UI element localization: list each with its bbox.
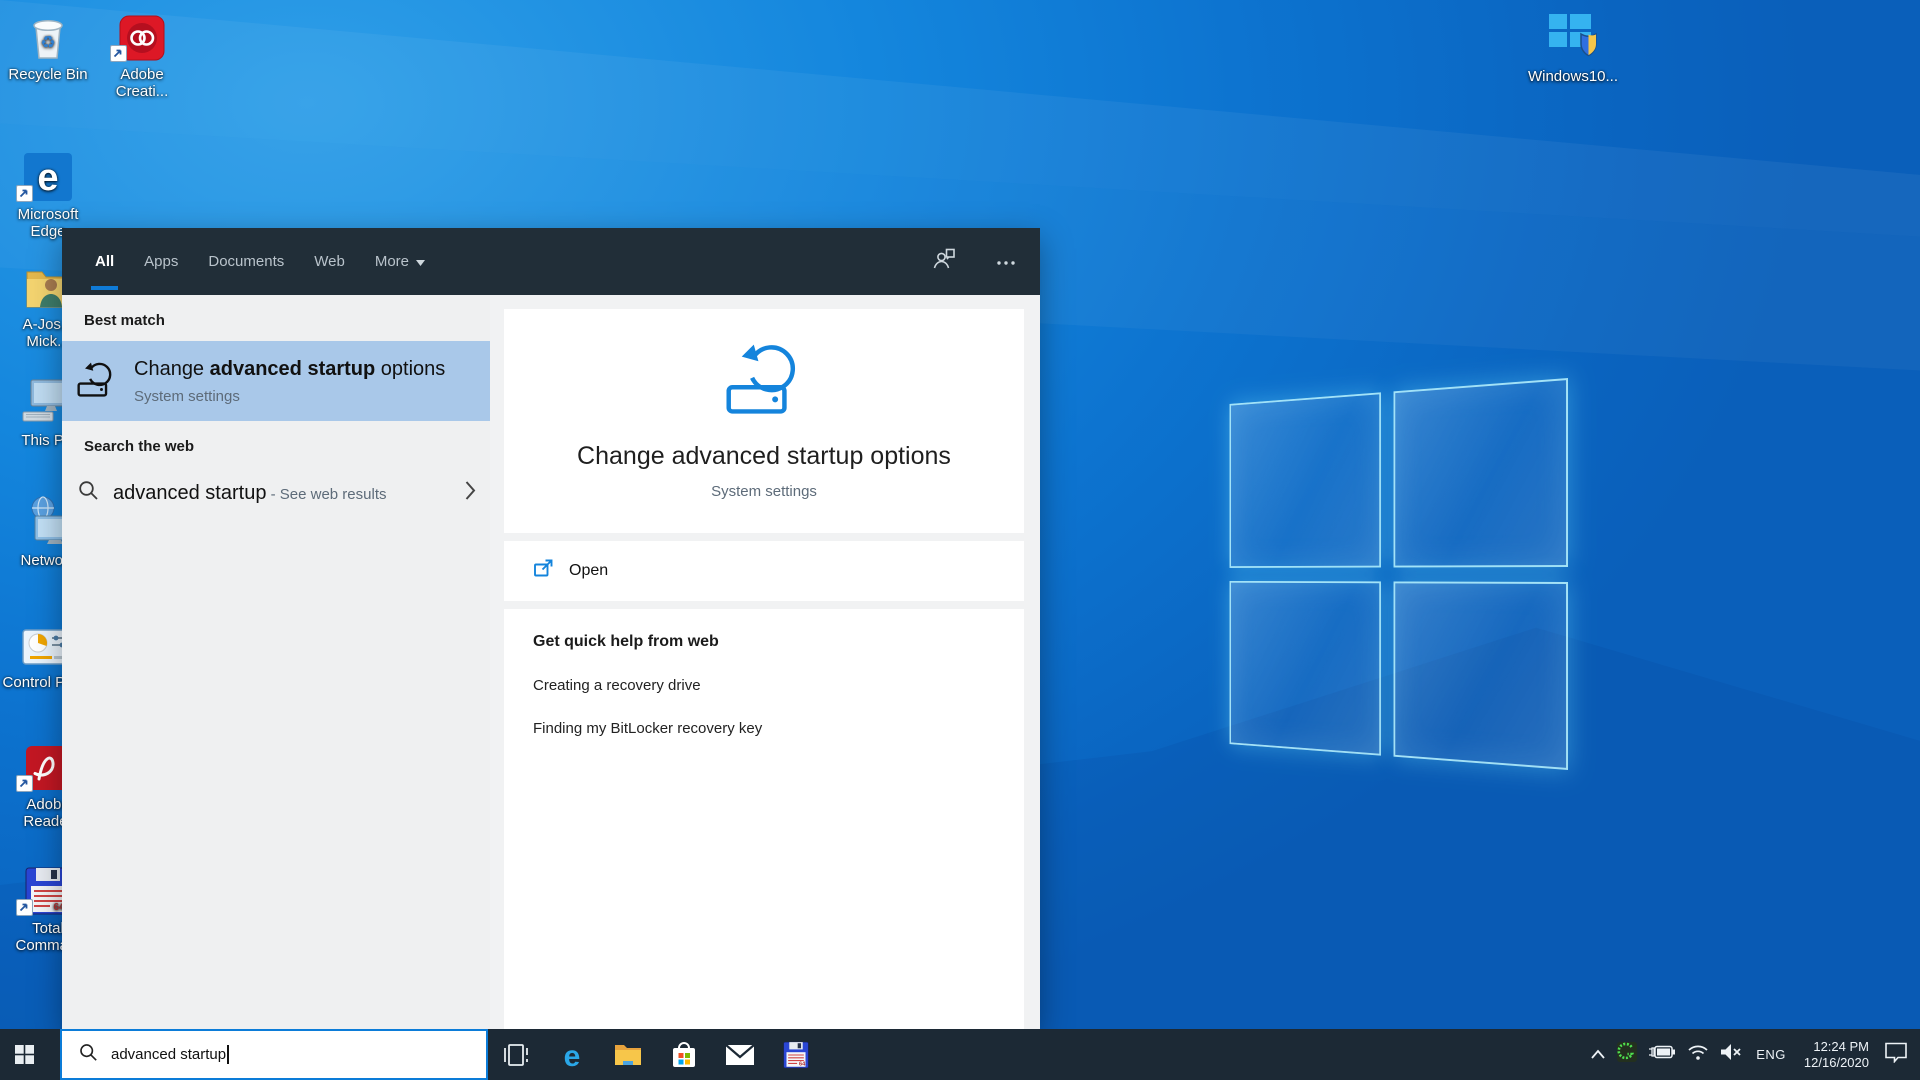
total-commander-icon: 64	[783, 1041, 809, 1068]
desktop-icon-recycle-bin[interactable]: ♻ Recycle Bin	[0, 6, 96, 83]
quick-help-heading: Get quick help from web	[533, 633, 719, 650]
account-icon[interactable]	[932, 247, 956, 276]
web-search-text: advanced startup - See web results	[113, 481, 387, 504]
search-preview-pane: Change advanced startup options System s…	[490, 295, 1040, 1029]
desktop-icon-adobe-creative-cloud[interactable]: Adobe Creati...	[94, 6, 190, 100]
search-results-list: Best match Change advanced startup optio…	[62, 295, 490, 1029]
shortcut-arrow-icon	[16, 775, 33, 792]
windows-search-flyout: All Apps Documents Web More Best match C…	[62, 228, 1040, 1029]
svg-text:e: e	[564, 1040, 581, 1071]
system-tray: ENG 12:24 PM 12/16/2020	[1590, 1039, 1920, 1071]
chevron-right-icon[interactable]	[465, 481, 476, 506]
shortcut-arrow-icon	[16, 185, 33, 202]
taskbar-edge-button[interactable]: e	[544, 1029, 600, 1080]
greenshot-tray-icon[interactable]	[1617, 1042, 1638, 1067]
clock[interactable]: 12:24 PM 12/16/2020	[1800, 1039, 1873, 1071]
advanced-startup-icon-large	[716, 339, 812, 422]
open-action[interactable]: Open	[504, 541, 1024, 601]
svg-text:e: e	[37, 157, 58, 199]
svg-text:64: 64	[799, 1061, 806, 1067]
task-view-icon	[504, 1043, 528, 1066]
adobe-creative-cloud-icon	[94, 6, 190, 62]
shortcut-arrow-icon	[16, 899, 33, 916]
text-caret	[227, 1045, 229, 1064]
task-view-button[interactable]	[488, 1029, 544, 1080]
icon-label: Adobe	[120, 66, 164, 83]
quick-help-card: Get quick help from web Creating a recov…	[504, 609, 1024, 1029]
clock-time: 12:24 PM	[1813, 1038, 1869, 1054]
tab-all[interactable]: All	[90, 228, 119, 295]
volume-muted-icon[interactable]	[1720, 1043, 1742, 1066]
windows-logo-pane	[1393, 580, 1568, 770]
icon-label: Microsoft	[17, 206, 79, 223]
tab-web[interactable]: Web	[314, 228, 345, 295]
desktop-icon-windows10-setup[interactable]: Windows10...	[1525, 8, 1621, 85]
taskbar: advanced startup e 64 ENG 12:24 PM 12/16…	[0, 1029, 1920, 1080]
mail-icon	[725, 1043, 755, 1065]
advanced-startup-icon	[75, 359, 117, 404]
wifi-icon[interactable]	[1687, 1044, 1709, 1066]
windows-logo-icon	[14, 1045, 34, 1064]
start-button[interactable]	[0, 1029, 48, 1080]
show-hidden-icons-button[interactable]	[1590, 1046, 1606, 1064]
microsoft-edge-icon: e	[0, 146, 96, 202]
preview-subtitle: System settings	[711, 483, 817, 500]
windows-logo-pane	[1393, 378, 1568, 568]
windows-logo-pane	[1229, 392, 1381, 568]
preview-card: Change advanced startup options System s…	[504, 309, 1024, 533]
windows-logo-wallpaper	[1168, 378, 1568, 770]
result-change-advanced-startup-options[interactable]: Change advanced startup options System s…	[62, 341, 490, 421]
file-explorer-icon	[615, 1044, 641, 1065]
microsoft-edge-icon: e	[564, 1040, 581, 1071]
search-input-value: advanced startup	[111, 1046, 227, 1063]
icon-label: Windows10...	[1527, 68, 1619, 85]
windows10-setup-icon	[1525, 8, 1621, 64]
clock-date: 12/16/2020	[1803, 1054, 1869, 1070]
taskbar-file-explorer-button[interactable]	[600, 1029, 656, 1080]
taskbar-total-commander-button[interactable]: 64	[768, 1029, 824, 1080]
open-action-label: Open	[569, 562, 609, 579]
windows-logo-pane	[1229, 580, 1381, 756]
open-external-icon	[533, 558, 554, 584]
taskbar-store-button[interactable]	[656, 1029, 712, 1080]
battery-charging-icon[interactable]	[1648, 1044, 1676, 1065]
tab-apps[interactable]: Apps	[144, 228, 178, 295]
search-icon	[78, 480, 99, 506]
section-search-the-web: Search the web	[84, 438, 195, 455]
preview-title: Change advanced startup options	[577, 442, 951, 470]
search-icon	[79, 1043, 98, 1067]
icon-label: Creati...	[115, 83, 169, 100]
result-subtitle: System settings	[134, 387, 240, 405]
icon-label: Recycle Bin	[8, 66, 88, 83]
tab-more[interactable]: More	[375, 228, 426, 295]
result-title: Change advanced startup options	[134, 357, 446, 380]
help-link-recovery-drive[interactable]: Creating a recovery drive	[533, 677, 1004, 694]
section-best-match: Best match	[84, 312, 165, 329]
result-web-search[interactable]: advanced startup - See web results	[62, 465, 490, 521]
svg-text:♻: ♻	[40, 33, 55, 52]
search-filter-tabs: All Apps Documents Web More	[62, 228, 1040, 295]
language-indicator[interactable]: ENG	[1753, 1047, 1789, 1062]
desktop-icon-microsoft-edge[interactable]: e Microsoft Edge	[0, 146, 96, 240]
action-center-button[interactable]	[1884, 1041, 1908, 1068]
help-link-bitlocker-key[interactable]: Finding my BitLocker recovery key	[533, 720, 1004, 737]
tab-documents[interactable]: Documents	[208, 228, 284, 295]
taskbar-search-input[interactable]: advanced startup	[60, 1029, 488, 1080]
microsoft-store-icon	[673, 1041, 695, 1067]
recycle-bin-icon: ♻	[0, 6, 96, 62]
chevron-down-icon	[416, 253, 426, 270]
windows-desktop: ♻ Recycle Bin Adobe Creati... e Microsof…	[0, 0, 1920, 1080]
taskbar-mail-button[interactable]	[712, 1029, 768, 1080]
shortcut-arrow-icon	[110, 45, 127, 62]
ellipsis-menu-icon[interactable]	[996, 253, 1016, 271]
